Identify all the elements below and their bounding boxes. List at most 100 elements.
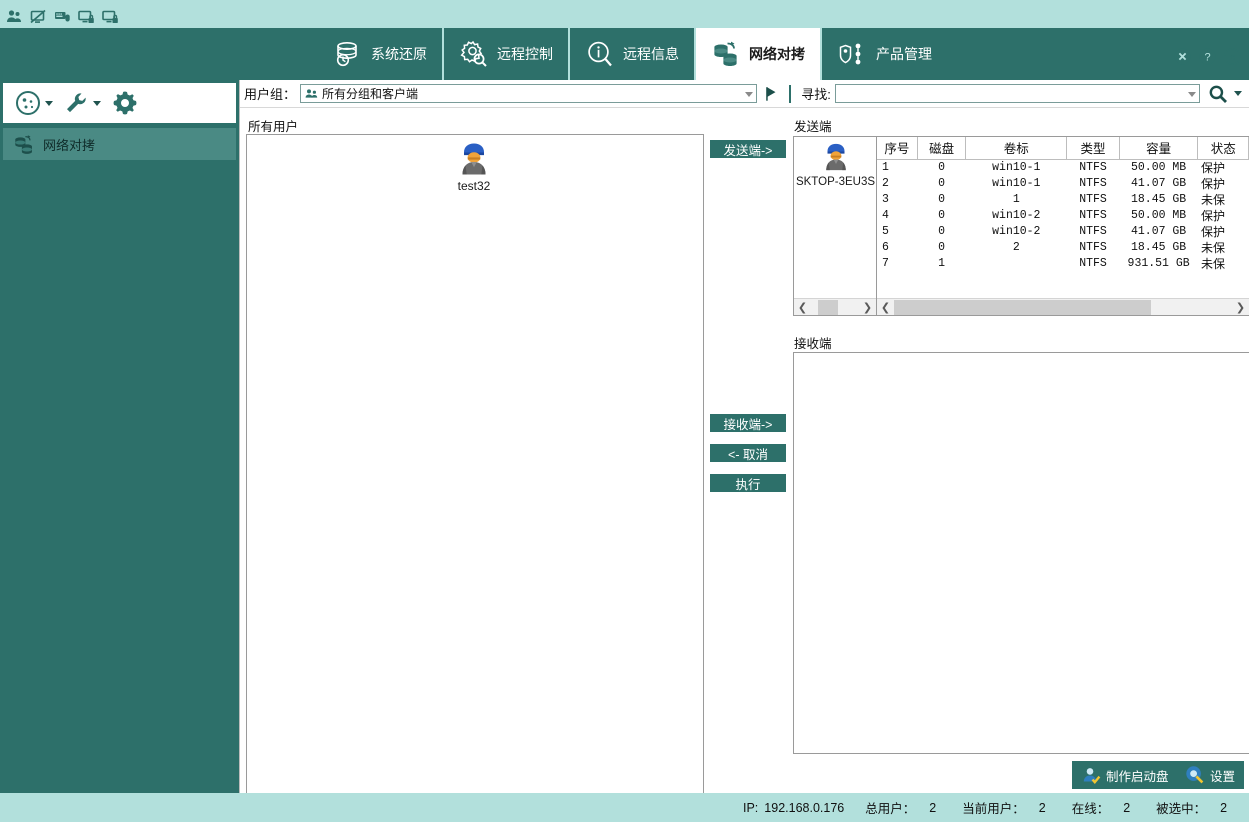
database-copy-icon — [13, 133, 35, 155]
keyboard-mouse-icon[interactable] — [54, 9, 71, 25]
usergroup-select[interactable]: 所有分组和客户端 — [300, 84, 758, 103]
sender-panel[interactable]: SKTOP-3EU3S ❮ ❯ 序号 磁盘 卷标 类型 容量 状态 1 0 wi… — [793, 136, 1249, 316]
wrench-tool[interactable] — [63, 90, 109, 116]
cell-volume — [966, 256, 1067, 272]
tab-label: 远程信息 — [623, 46, 679, 62]
col-volume[interactable]: 卷标 — [965, 137, 1068, 160]
settings-button[interactable]: 设置 — [1176, 761, 1245, 789]
cell-status: 保护 — [1200, 209, 1225, 223]
flag-icon[interactable] — [765, 86, 779, 102]
help-icon[interactable]: ? — [1199, 48, 1216, 65]
cancel-button[interactable]: <- 取消 — [709, 443, 787, 463]
tab-system-restore[interactable]: 系统还原 — [318, 28, 444, 80]
cell-volume: 2 — [1012, 241, 1020, 254]
receiver-panel[interactable] — [793, 352, 1249, 754]
mini-toolbar — [6, 7, 119, 27]
button-label: 接收端-> — [723, 417, 773, 432]
sidebar-toolbar — [3, 83, 236, 123]
search-button[interactable] — [1208, 84, 1249, 104]
sender-node-pane[interactable]: SKTOP-3EU3S ❮ ❯ — [794, 137, 877, 315]
status-online: 在线： 2 — [1072, 798, 1156, 817]
col-capacity[interactable]: 容量 — [1119, 137, 1199, 160]
status-ip: IP: 192.168.0.176 — [743, 801, 858, 815]
table-row[interactable]: 2 0 win10-1 NTFS 41.07 GB 保护 — [877, 176, 1249, 192]
col-type[interactable]: 类型 — [1066, 137, 1120, 160]
status-current-users: 当前用户： 2 — [962, 798, 1071, 817]
tab-remote-info[interactable]: 远程信息 — [570, 28, 696, 80]
cell-status: 未保 — [1200, 257, 1225, 271]
chevron-down-icon[interactable] — [45, 100, 53, 106]
monitor-lock-icon[interactable] — [78, 9, 95, 25]
tab-label: 系统还原 — [371, 46, 427, 62]
button-label: <- 取消 — [728, 447, 768, 462]
sender-volume-table[interactable]: 序号 磁盘 卷标 类型 容量 状态 1 0 win10-1 NTFS 50.00… — [877, 137, 1249, 272]
send-end-button[interactable]: 发送端-> — [709, 139, 787, 159]
col-disk[interactable]: 磁盘 — [917, 137, 967, 160]
chevron-down-icon[interactable] — [745, 91, 754, 97]
close-icon[interactable] — [1174, 48, 1191, 65]
table-row[interactable]: 3 0 1 NTFS 18.45 GB 未保 — [877, 192, 1249, 208]
sender-table-hscrollbar[interactable]: ❮ ❯ — [877, 298, 1249, 315]
chevron-down-icon[interactable] — [1234, 91, 1242, 96]
status-bar: IP: 192.168.0.176 总用户： 2 当前用户： 2 在线： 2 被… — [0, 793, 1249, 822]
tab-label: 产品管理 — [876, 46, 932, 62]
database-restore-icon — [333, 39, 363, 69]
sidebar-item-label: 网络对拷 — [43, 137, 96, 153]
cell-capacity: 50.00 MB — [1131, 209, 1187, 222]
metric-value: 2 — [929, 800, 937, 815]
sender-node-hscrollbar[interactable]: ❮ ❯ — [794, 298, 876, 315]
list-item[interactable]: test32 — [439, 139, 509, 193]
monitor-lock-alt-icon[interactable] — [102, 9, 119, 25]
cell-type: NTFS — [1079, 193, 1107, 206]
gear-icon — [111, 89, 139, 117]
table-row[interactable]: 6 0 2 NTFS 18.45 GB 未保 — [877, 240, 1249, 256]
metric-value: 2 — [1123, 800, 1131, 815]
sidebar-item-network-copy[interactable]: 网络对拷 — [3, 128, 236, 160]
tab-network-copy[interactable]: 网络对拷 — [696, 28, 822, 80]
users-icon[interactable] — [6, 9, 23, 25]
tab-remote-control[interactable]: 远程控制 — [444, 28, 570, 80]
gear-tool[interactable] — [111, 89, 139, 117]
cell-disk: 0 — [938, 241, 946, 254]
table-row[interactable]: 5 0 win10-2 NTFS 41.07 GB 保护 — [877, 224, 1249, 240]
window-controls: ? c — [1174, 48, 1241, 65]
copyright-icon[interactable]: c — [1224, 48, 1241, 65]
button-label: 设置 — [1210, 769, 1236, 784]
search-input[interactable] — [834, 84, 1200, 103]
scroll-track[interactable] — [894, 299, 1232, 315]
cell-volume: win10-2 — [992, 225, 1041, 238]
scroll-right-icon[interactable]: ❯ — [1232, 299, 1249, 316]
col-status[interactable]: 状态 — [1197, 137, 1249, 160]
database-copy-icon — [711, 39, 741, 69]
table-row[interactable]: 1 0 win10-1 NTFS 50.00 MB 保护 — [877, 160, 1249, 177]
scroll-track[interactable] — [811, 299, 859, 315]
table-row[interactable]: 4 0 win10-2 NTFS 50.00 MB 保护 — [877, 208, 1249, 224]
scroll-thumb[interactable] — [817, 299, 838, 315]
metric-label: 当前用户： — [962, 802, 1025, 816]
sender-node[interactable]: SKTOP-3EU3S — [794, 140, 877, 188]
table-row[interactable]: 7 1 NTFS 931.51 GB 未保 — [877, 256, 1249, 272]
tab-product-management[interactable]: 产品管理 — [822, 28, 948, 80]
cell-type: NTFS — [1079, 209, 1107, 222]
metric-label: 被选中： — [1156, 802, 1207, 816]
scroll-left-icon[interactable]: ❮ — [877, 299, 894, 316]
chevron-down-icon[interactable] — [1188, 91, 1196, 97]
scroll-thumb[interactable] — [894, 299, 1151, 315]
face-tool[interactable] — [15, 90, 61, 116]
execute-button[interactable]: 执行 — [709, 473, 787, 493]
make-boot-disk-button[interactable]: 制作启动盘 — [1072, 761, 1178, 789]
cell-capacity: 41.07 GB — [1131, 177, 1187, 190]
sender-volume-pane[interactable]: 序号 磁盘 卷标 类型 容量 状态 1 0 win10-1 NTFS 50.00… — [877, 137, 1249, 315]
metric-label: 在线： — [1071, 802, 1110, 816]
cell-disk: 0 — [938, 177, 946, 190]
cell-volume: win10-1 — [992, 177, 1041, 190]
filter-bar: 用户组： 所有分组和客户端 寻找: — [240, 80, 1249, 108]
chevron-down-icon[interactable] — [93, 100, 101, 106]
receive-end-button[interactable]: 接收端-> — [709, 413, 787, 433]
screen-disabled-icon[interactable] — [30, 9, 47, 25]
scroll-left-icon[interactable]: ❮ — [794, 299, 811, 316]
button-label: 执行 — [735, 477, 761, 492]
scroll-right-icon[interactable]: ❯ — [859, 299, 876, 316]
user-list[interactable]: test32 — [246, 134, 704, 822]
col-seq[interactable]: 序号 — [877, 137, 918, 160]
